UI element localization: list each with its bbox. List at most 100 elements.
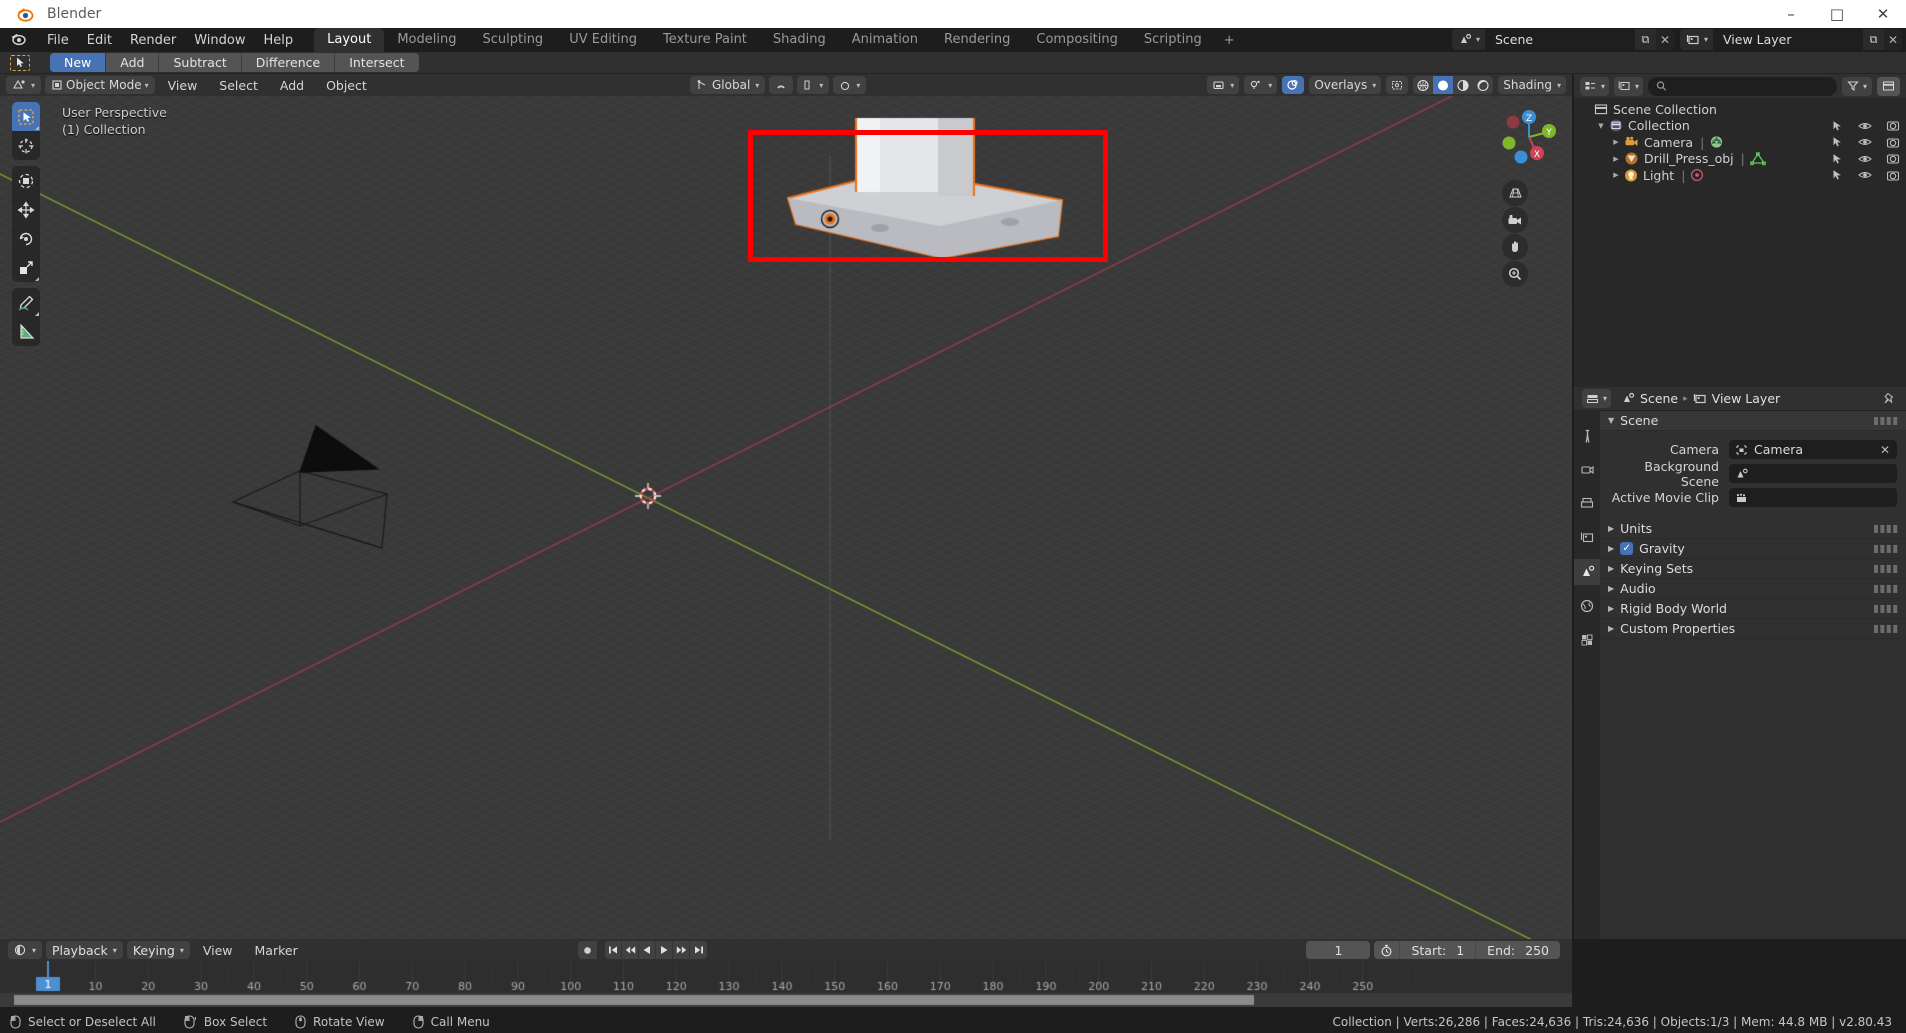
scene-icon[interactable]: ▾ <box>1451 29 1485 50</box>
blender-menu-icon[interactable] <box>10 32 30 48</box>
play-button[interactable] <box>656 941 673 959</box>
outliner-row-toggles[interactable] <box>1832 169 1900 182</box>
panel-header-units[interactable]: ▶ Units ▪▪▪▪ ▪▪▪▪ <box>1600 519 1906 539</box>
outliner-display-mode-icon[interactable]: ▾ <box>1580 76 1610 96</box>
zoom-view-button[interactable] <box>1502 261 1528 287</box>
boolean-mode-intersect[interactable]: Intersect <box>335 53 419 72</box>
panel-header-scene[interactable]: ▼ Scene ▪▪▪▪ ▪▪▪▪ <box>1600 411 1906 431</box>
record-keyframes-button[interactable] <box>578 941 597 959</box>
workspace-tab-scripting[interactable]: Scripting <box>1131 28 1215 52</box>
editor-type-3dview-icon[interactable]: ▾ <box>6 76 42 94</box>
workspace-tab-shading[interactable]: Shading <box>760 28 839 52</box>
select-box-cursor-icon[interactable] <box>10 54 30 71</box>
render-tab[interactable] <box>1574 457 1600 483</box>
stopwatch-icon[interactable] <box>1374 941 1401 959</box>
solid-shading-button[interactable] <box>1433 76 1454 94</box>
viewport-menu-view[interactable]: View <box>159 76 207 95</box>
previous-keyframe-button[interactable] <box>622 941 639 959</box>
workspace-tab-modeling[interactable]: Modeling <box>384 28 469 52</box>
panel-disclosure-icon[interactable]: ▶ <box>1608 624 1614 633</box>
cursor-tool-button[interactable] <box>12 131 40 160</box>
gizmo-icon[interactable]: ▾ <box>1244 76 1278 94</box>
active-movie-clip-field[interactable] <box>1729 488 1897 507</box>
disclosure-triangle-icon[interactable]: ▶ <box>1610 138 1622 146</box>
viewport-canvas[interactable] <box>0 96 1572 939</box>
outliner-filter-id-icon[interactable]: ▾ <box>1614 76 1644 96</box>
new-collection-icon[interactable] <box>1877 76 1900 96</box>
view-layer-tab[interactable] <box>1574 525 1600 551</box>
workspace-tab-uv-editing[interactable]: UV Editing <box>556 28 650 52</box>
timeline-ruler[interactable] <box>0 961 1572 1007</box>
measure-tool-button[interactable] <box>12 317 40 346</box>
xray-toggle-icon[interactable] <box>1386 76 1409 94</box>
magnet-icon[interactable] <box>769 76 794 94</box>
annotate-tool-button[interactable] <box>12 288 40 317</box>
proportional-editing-icon[interactable]: ▾ <box>833 76 867 94</box>
overlays-toggle-icon[interactable] <box>1282 76 1305 94</box>
workspace-tab-animation[interactable]: Animation <box>839 28 931 52</box>
move-tool-button[interactable] <box>12 195 40 224</box>
workspace-tab-sculpting[interactable]: Sculpting <box>469 28 556 52</box>
workspace-tab-layout[interactable]: Layout <box>314 28 385 52</box>
panel-disclosure-icon[interactable]: ▶ <box>1608 524 1614 533</box>
boolean-mode-difference[interactable]: Difference <box>241 53 336 72</box>
outliner-row[interactable]: ▶ Camera | <box>1574 134 1906 151</box>
jump-to-start-button[interactable] <box>605 941 622 959</box>
pin-icon[interactable] <box>1883 392 1896 406</box>
menu-render[interactable]: Render <box>121 30 185 51</box>
panel-disclosure-icon[interactable]: ▶ <box>1608 564 1614 573</box>
3d-viewport[interactable]: ▾ Object Mode ▾ View Select Add Object G… <box>0 74 1572 939</box>
outliner-row[interactable]: ▶ Drill_Press_obj | <box>1574 151 1906 168</box>
maximize-button[interactable]: □ <box>1814 0 1860 28</box>
scene-selector[interactable]: ▾ Scene ⧉ ✕ <box>1451 29 1674 50</box>
jump-to-end-button[interactable] <box>690 941 707 959</box>
texture-tab[interactable] <box>1574 627 1600 653</box>
transform-orientation-selector[interactable]: Global ▾ <box>690 76 766 94</box>
outliner-editor[interactable]: ▾ ▾ ▾ Scene Collection ▼ Collection ▶ Camera… <box>1574 74 1906 387</box>
outliner-row-toggles[interactable] <box>1832 119 1900 132</box>
boolean-mode-add[interactable]: Add <box>106 53 160 72</box>
next-keyframe-button[interactable] <box>673 941 690 959</box>
end-frame-field[interactable]: End: 250 <box>1476 941 1560 959</box>
output-tab[interactable] <box>1574 491 1600 517</box>
rotate-tool-button[interactable] <box>12 224 40 253</box>
wireframe-shading-button[interactable] <box>1413 76 1433 94</box>
timeline-menu-view[interactable]: View <box>194 941 242 960</box>
axis-gizmo[interactable]: Z Y X <box>1496 104 1562 170</box>
view-layer-selector[interactable]: ▾ View Layer ⧉ ✕ <box>1679 29 1902 50</box>
outliner-row[interactable]: Scene Collection <box>1574 101 1906 118</box>
tool-tab[interactable] <box>1574 423 1600 449</box>
disclosure-triangle-icon[interactable]: ▶ <box>1610 155 1622 163</box>
camera-data-icon[interactable] <box>1709 135 1724 149</box>
new-view-layer-button[interactable]: ⧉ <box>1863 29 1884 50</box>
boolean-mode-new[interactable]: New <box>50 53 107 72</box>
background-scene-field[interactable] <box>1729 464 1897 483</box>
light-data-icon[interactable] <box>1690 168 1704 182</box>
panel-header-custom-properties[interactable]: ▶ Custom Properties ▪▪▪▪ ▪▪▪▪ <box>1600 619 1906 639</box>
breadcrumb-view-layer-label[interactable]: View Layer <box>1712 391 1781 406</box>
playback-dropdown[interactable]: Playback ▾ <box>46 941 123 959</box>
shading-popover-button[interactable]: Shading ▾ <box>1498 76 1566 94</box>
menu-window[interactable]: Window <box>185 30 254 51</box>
viewport-menu-add[interactable]: Add <box>271 76 313 95</box>
play-reverse-button[interactable] <box>639 941 656 959</box>
workspace-tab-texture-paint[interactable]: Texture Paint <box>650 28 760 52</box>
start-frame-field[interactable]: Start: 1 <box>1400 941 1477 959</box>
scene-name[interactable]: Scene <box>1484 29 1635 50</box>
timeline-editor[interactable]: ▾ Playback ▾ Keying ▾ View Marker 1 Star… <box>0 939 1572 1007</box>
editor-type-timeline-icon[interactable]: ▾ <box>8 941 43 959</box>
new-scene-button[interactable]: ⧉ <box>1634 29 1656 50</box>
outliner-row-toggles[interactable] <box>1832 136 1900 149</box>
panel-disclosure-icon[interactable]: ▶ <box>1608 604 1614 613</box>
viewport-menu-object[interactable]: Object <box>317 76 376 95</box>
panel-checkbox[interactable]: ✓ <box>1620 542 1634 555</box>
breadcrumb-scene-label[interactable]: Scene <box>1640 391 1678 406</box>
menu-edit[interactable]: Edit <box>78 30 121 51</box>
editor-type-properties-icon[interactable]: ▾ <box>1582 389 1612 408</box>
panel-header-keying-sets[interactable]: ▶ Keying Sets ▪▪▪▪ ▪▪▪▪ <box>1600 559 1906 579</box>
close-button[interactable]: ✕ <box>1860 0 1906 28</box>
toggle-camera-view-button[interactable] <box>1502 207 1528 233</box>
panel-disclosure-icon[interactable]: ▶ <box>1608 544 1614 553</box>
outliner-search-input[interactable] <box>1671 79 1829 93</box>
keying-dropdown[interactable]: Keying ▾ <box>126 941 190 959</box>
